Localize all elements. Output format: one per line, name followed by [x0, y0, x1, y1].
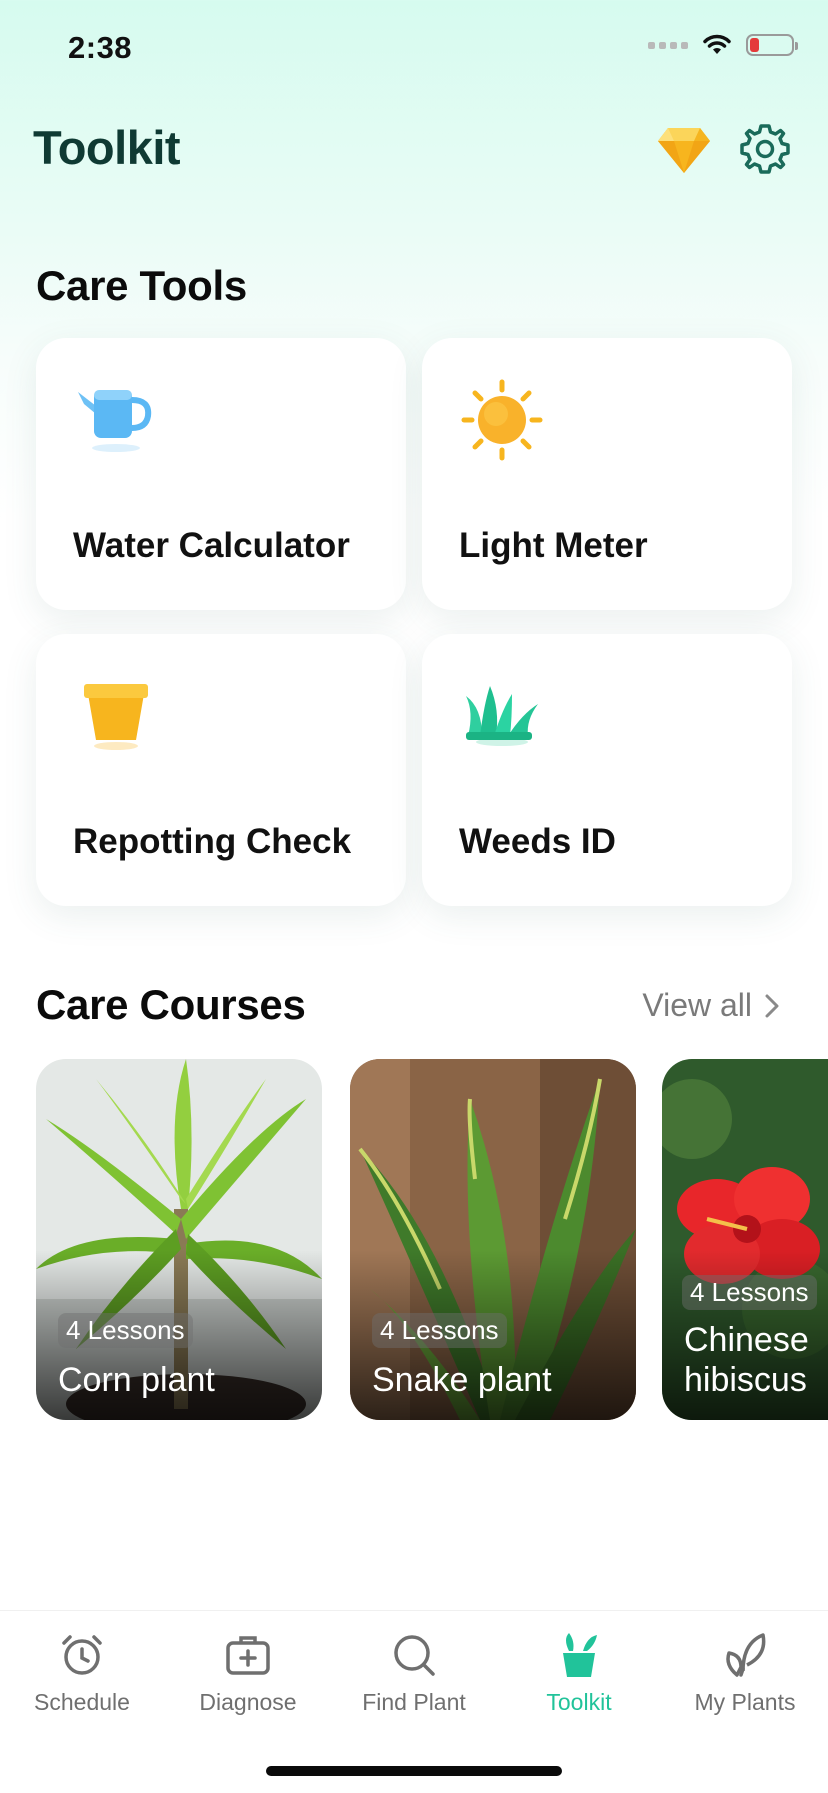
- tab-diagnose[interactable]: Diagnose: [173, 1631, 323, 1716]
- view-all-label: View all: [642, 987, 752, 1023]
- care-tools-title: Care Tools: [36, 262, 247, 309]
- light-meter-card[interactable]: Light Meter: [422, 338, 792, 610]
- tool-label: Light Meter: [459, 526, 648, 565]
- course-card-chinese-hibiscus[interactable]: 4 Lessons Chinese hibiscus: [662, 1059, 828, 1420]
- settings-button[interactable]: [738, 122, 792, 176]
- tab-label: My Plants: [694, 1689, 796, 1715]
- course-card-snake-plant[interactable]: 4 Lessons Snake plant: [350, 1059, 636, 1420]
- water-calculator-card[interactable]: Water Calculator: [36, 338, 406, 610]
- tab-label: Find Plant: [362, 1689, 466, 1715]
- flower-pot-icon: [84, 684, 148, 750]
- gear-icon: [740, 124, 790, 174]
- tab-label: Diagnose: [199, 1689, 297, 1715]
- watering-can-icon: [78, 390, 152, 452]
- lessons-count: 4 Lessons: [58, 1313, 193, 1348]
- tool-label: Weeds ID: [459, 822, 616, 861]
- view-all-link[interactable]: View all: [642, 987, 780, 1024]
- medical-kit-icon: [226, 1636, 270, 1675]
- battery-icon: [746, 34, 798, 56]
- status-indicators: [648, 34, 798, 56]
- chevron-right-icon: [765, 994, 779, 1017]
- lessons-count: 4 Lessons: [682, 1275, 817, 1310]
- course-card-corn-plant[interactable]: 4 Lessons Corn plant: [36, 1059, 322, 1420]
- tool-label: Water Calculator: [73, 526, 350, 565]
- tab-my-plants[interactable]: My Plants: [670, 1631, 820, 1716]
- tab-toolkit[interactable]: Toolkit: [504, 1631, 654, 1716]
- premium-gem-button[interactable]: [656, 124, 712, 176]
- tab-label: Toolkit: [546, 1689, 612, 1715]
- tab-schedule[interactable]: Schedule: [7, 1631, 157, 1716]
- page-title: Toolkit: [33, 121, 181, 174]
- care-courses-title: Care Courses: [36, 981, 306, 1028]
- home-indicator[interactable]: [266, 1766, 562, 1776]
- grass-icon: [466, 686, 538, 746]
- alarm-clock-icon: [62, 1635, 102, 1675]
- weeds-id-card[interactable]: Weeds ID: [422, 634, 792, 906]
- toolkit-icon: [563, 1633, 597, 1677]
- lessons-count: 4 Lessons: [372, 1313, 507, 1348]
- tab-label: Schedule: [34, 1689, 130, 1715]
- tool-label: Repotting Check: [73, 822, 352, 861]
- cellular-signal-icon: [648, 41, 688, 49]
- search-icon: [394, 1635, 435, 1676]
- course-name: Corn plant: [58, 1361, 215, 1399]
- status-time: 2:38: [68, 30, 133, 65]
- course-name: Chinese hibiscus: [684, 1321, 809, 1399]
- tab-find-plant[interactable]: Find Plant: [339, 1631, 489, 1716]
- plant-leaves-icon: [726, 1633, 766, 1677]
- sun-icon: [461, 379, 543, 461]
- diamond-icon: [658, 128, 710, 173]
- repotting-check-card[interactable]: Repotting Check: [36, 634, 406, 906]
- wifi-icon: [703, 34, 731, 54]
- course-name: Snake plant: [372, 1361, 552, 1399]
